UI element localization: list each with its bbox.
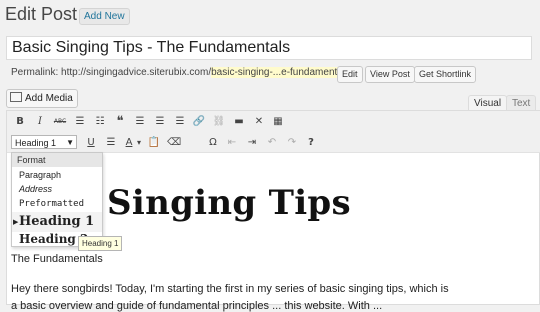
indent-icon[interactable]: ⇥ (245, 136, 259, 150)
format-option-paragraph[interactable]: Paragraph (12, 170, 102, 180)
align-left-icon[interactable]: ☰ (133, 115, 147, 129)
clear-formatting-icon[interactable]: ⌫ (167, 136, 181, 150)
text-color-dropdown-icon[interactable]: ▾ (132, 136, 146, 150)
justify-icon[interactable]: ☰ (104, 136, 118, 150)
content-heading: Singing Tips (107, 183, 351, 223)
format-option-address[interactable]: Address (12, 184, 102, 194)
read-more-icon[interactable]: ▬ (232, 115, 246, 129)
tab-visual[interactable]: Visual (468, 95, 508, 111)
permalink-slug[interactable]: basic-singing-...e-fundamentals (211, 67, 351, 78)
view-post-button[interactable]: View Post (365, 66, 415, 83)
content-paragraph: Hey there songbirds! Today, I'm starting… (11, 283, 449, 295)
format-select[interactable]: Heading 1 ▼ (11, 135, 77, 149)
bold-icon[interactable]: B (13, 115, 27, 129)
strikethrough-icon[interactable]: ABC (53, 115, 67, 129)
tooltip: Heading 1 (78, 236, 123, 251)
link-icon[interactable]: 🔗 (192, 115, 206, 129)
italic-icon[interactable]: I (33, 115, 47, 129)
edit-permalink-button[interactable]: Edit (337, 66, 363, 83)
format-dropdown-menu: Format Paragraph Address Preformatted ▶ H… (11, 152, 103, 247)
undo-icon[interactable]: ↶ (265, 136, 279, 150)
toolbar-toggle-icon[interactable]: ▦ (271, 115, 285, 129)
permalink-base: http://singingadvice.siterubix.com/ (61, 67, 212, 78)
add-new-button[interactable]: Add New (79, 8, 130, 25)
permalink-label: Permalink: (11, 67, 59, 78)
special-character-icon[interactable]: Ω (206, 136, 220, 150)
underline-icon[interactable]: U (84, 136, 98, 150)
align-center-icon[interactable]: ☰ (153, 115, 167, 129)
chevron-down-icon: ▼ (66, 138, 74, 147)
post-title-input[interactable]: Basic Singing Tips - The Fundamentals (6, 36, 532, 60)
editor-toolbar: B I ABC ☰ ☷ ❝ ☰ ☰ ☰ 🔗 ⛓ ▬ ✕ ▦ U ☰ A ▾ 📋 … (7, 111, 540, 153)
format-option-heading-1[interactable]: ▶ Heading 1 (12, 212, 102, 232)
get-shortlink-button[interactable]: Get Shortlink (414, 66, 477, 83)
redo-icon[interactable]: ↷ (285, 136, 299, 150)
format-menu-header: Format (12, 153, 102, 167)
unlink-icon[interactable]: ⛓ (212, 115, 226, 129)
blockquote-icon[interactable]: ❝ (113, 115, 127, 129)
align-right-icon[interactable]: ☰ (173, 115, 187, 129)
content-paragraph-cut: a basic overview and guide of fundamenta… (11, 300, 383, 312)
numbered-list-icon[interactable]: ☷ (93, 115, 107, 129)
format-option-heading-1-label: Heading 1 (19, 214, 95, 229)
help-icon[interactable]: ? (304, 136, 318, 150)
content-subtitle: The Fundamentals (11, 253, 103, 265)
media-icon (10, 92, 22, 102)
format-select-value: Heading 1 (15, 138, 57, 148)
fullscreen-icon[interactable]: ✕ (252, 115, 266, 129)
add-media-label: Add Media (25, 93, 73, 104)
tab-text[interactable]: Text (506, 95, 537, 111)
paste-text-icon[interactable]: 📋 (147, 136, 161, 150)
outdent-icon[interactable]: ⇤ (225, 136, 239, 150)
permalink-row: Permalink: http://singingadvice.siterubi… (11, 67, 353, 78)
add-media-button[interactable]: Add Media (6, 89, 78, 108)
selected-indicator-icon: ▶ (13, 217, 19, 226)
format-option-preformatted[interactable]: Preformatted (12, 199, 102, 209)
page-title: Edit Post (5, 4, 78, 24)
bullet-list-icon[interactable]: ☰ (73, 115, 87, 129)
